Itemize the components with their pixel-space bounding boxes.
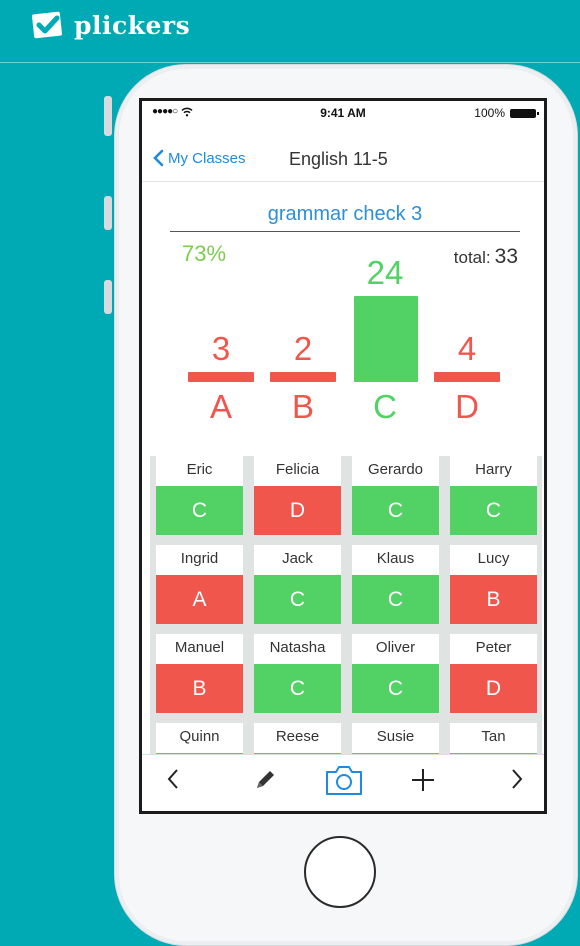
- bar-b: [270, 372, 336, 382]
- bar-label-a: A: [209, 388, 232, 425]
- page-title: English 11-5: [289, 149, 388, 169]
- question-title[interactable]: grammar check 3: [170, 203, 520, 226]
- back-label: My Classes: [168, 149, 246, 167]
- student-answer: D: [254, 486, 341, 535]
- student-name: Harry: [450, 456, 537, 486]
- student-name: Oliver: [352, 634, 439, 664]
- check-card-logo-icon: [32, 11, 62, 39]
- student-name: Ingrid: [156, 545, 243, 575]
- student-card[interactable]: Klaus C: [352, 545, 439, 631]
- student-answer: C: [254, 664, 341, 713]
- battery-percent: 100%: [474, 106, 505, 120]
- student-name: Lucy: [450, 545, 537, 575]
- bar-a: [188, 372, 254, 382]
- student-card[interactable]: Manuel B: [156, 634, 243, 720]
- bar-value-c: 24: [366, 254, 404, 291]
- bar-label-b: B: [291, 388, 314, 425]
- student-name: Tan: [450, 723, 537, 753]
- student-answer: C: [450, 486, 537, 535]
- student-card[interactable]: Oliver C: [352, 634, 439, 720]
- phone-screen: ●●●●○ 9:41 AM 100% My Classes English 11…: [139, 98, 547, 814]
- bar-value-a: 3: [211, 330, 231, 367]
- mute-switch: [104, 96, 112, 136]
- student-answer: C: [352, 486, 439, 535]
- chevron-right-icon[interactable]: [510, 767, 524, 791]
- student-name: Gerardo: [352, 456, 439, 486]
- bar-c: [354, 296, 418, 382]
- student-card[interactable]: Natasha C: [254, 634, 341, 720]
- brand-header: plickers: [0, 0, 580, 63]
- student-card[interactable]: Eric C: [156, 456, 243, 542]
- student-card[interactable]: Jack C: [254, 545, 341, 631]
- bottom-toolbar: [142, 754, 544, 811]
- student-name: Quinn: [156, 723, 243, 753]
- chevron-left-icon: [153, 149, 164, 167]
- volume-up-button: [104, 196, 112, 230]
- question-divider: [170, 231, 520, 232]
- student-card[interactable]: Ingrid A: [156, 545, 243, 631]
- pencil-icon[interactable]: [252, 767, 278, 793]
- student-name: Manuel: [156, 634, 243, 664]
- student-answer: C: [156, 486, 243, 535]
- student-answer: A: [156, 575, 243, 624]
- brand-name: plickers: [74, 10, 191, 40]
- bar-d: [434, 372, 500, 382]
- student-answer: C: [352, 664, 439, 713]
- status-bar: ●●●●○ 9:41 AM 100%: [142, 101, 544, 123]
- home-button[interactable]: [304, 836, 376, 908]
- student-name: Felicia: [254, 456, 341, 486]
- student-name: Peter: [450, 634, 537, 664]
- bar-value-b: 2: [293, 330, 313, 367]
- navigation-bar: My Classes English 11-5: [142, 141, 544, 182]
- student-answer: C: [254, 575, 341, 624]
- student-name: Susie: [352, 723, 439, 753]
- bar-value-d: 4: [457, 330, 477, 367]
- student-answer: B: [450, 575, 537, 624]
- student-name: Jack: [254, 545, 341, 575]
- battery-icon: [510, 108, 539, 118]
- chevron-left-icon[interactable]: [166, 767, 180, 791]
- student-card[interactable]: Felicia D: [254, 456, 341, 542]
- plus-icon[interactable]: [410, 767, 436, 793]
- back-button[interactable]: My Classes: [152, 149, 246, 167]
- student-name: Natasha: [254, 634, 341, 664]
- student-card[interactable]: Harry C: [450, 456, 537, 542]
- student-name: Eric: [156, 456, 243, 486]
- plickers-logo[interactable]: plickers: [30, 10, 190, 40]
- student-card[interactable]: Gerardo C: [352, 456, 439, 542]
- bar-label-d: D: [455, 388, 479, 425]
- camera-icon[interactable]: [324, 763, 364, 797]
- student-card[interactable]: Peter D: [450, 634, 537, 720]
- student-name: Reese: [254, 723, 341, 753]
- student-name: Klaus: [352, 545, 439, 575]
- bar-label-c: C: [373, 388, 397, 425]
- student-card[interactable]: Lucy B: [450, 545, 537, 631]
- student-answer: D: [450, 664, 537, 713]
- student-grid: Eric C Felicia D Gerardo C Harry C Ingrid A Jack C K…: [150, 456, 542, 802]
- volume-down-button: [104, 280, 112, 314]
- student-answer: C: [352, 575, 439, 624]
- student-answer: B: [156, 664, 243, 713]
